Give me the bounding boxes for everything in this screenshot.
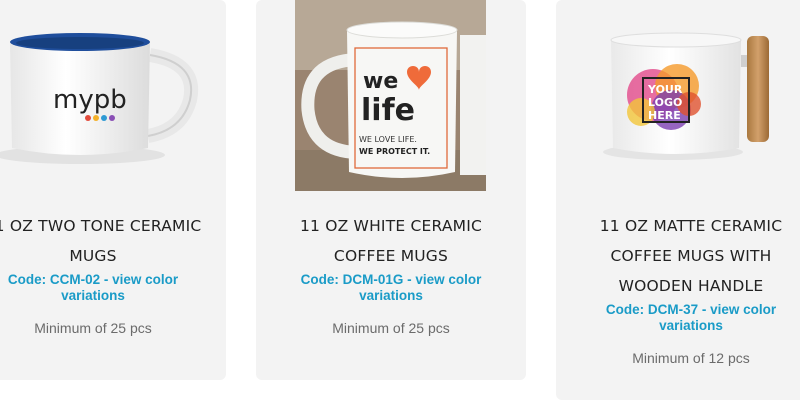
product-code-link[interactable]: Code: DCM-37 - view color variations bbox=[556, 302, 800, 334]
minimum-order-text: Minimum of 25 pcs bbox=[332, 320, 450, 336]
product-title[interactable]: 11 OZ TWO TONE CERAMIC MUGS bbox=[0, 211, 226, 271]
product-image-two-tone-mug[interactable]: mypb bbox=[0, 0, 216, 190]
product-card-dcm-37[interactable]: YOUR LOGO HERE 11 OZ MATTE CERAMIC COFFE… bbox=[556, 0, 800, 400]
mug-small-text-2: WE PROTECT IT. bbox=[359, 147, 430, 156]
logo-text-3: HERE bbox=[648, 109, 681, 122]
product-image-white-mug[interactable]: we life WE LOVE LIFE. WE PROTECT IT. bbox=[295, 0, 486, 191]
mug-life-text: life bbox=[361, 93, 415, 128]
logo-text-1: YOUR bbox=[647, 83, 683, 96]
product-code-link[interactable]: Code: DCM-01G - view color variations bbox=[256, 272, 526, 304]
minimum-order-text: Minimum of 25 pcs bbox=[34, 320, 152, 336]
product-image-wooden-handle-mug[interactable]: YOUR LOGO HERE bbox=[591, 0, 791, 190]
mug-brand-text: mypb bbox=[53, 85, 127, 115]
product-code-link[interactable]: Code: CCM-02 - view color variations bbox=[0, 272, 226, 304]
mug-small-text-1: WE LOVE LIFE. bbox=[359, 135, 417, 144]
product-card-ccm-02[interactable]: mypb 11 OZ TWO TONE CERAMIC MUGS Code: C… bbox=[0, 0, 226, 380]
minimum-order-text: Minimum of 12 pcs bbox=[632, 350, 750, 366]
product-title[interactable]: 11 OZ WHITE CERAMIC COFFEE MUGS bbox=[256, 211, 526, 271]
mug-we-text: we bbox=[363, 69, 398, 94]
product-title[interactable]: 11 OZ MATTE CERAMIC COFFEE MUGS WITH WOO… bbox=[556, 211, 800, 301]
product-card-dcm-01g[interactable]: we life WE LOVE LIFE. WE PROTECT IT. 11 … bbox=[256, 0, 526, 380]
logo-text-2: LOGO bbox=[648, 96, 682, 109]
